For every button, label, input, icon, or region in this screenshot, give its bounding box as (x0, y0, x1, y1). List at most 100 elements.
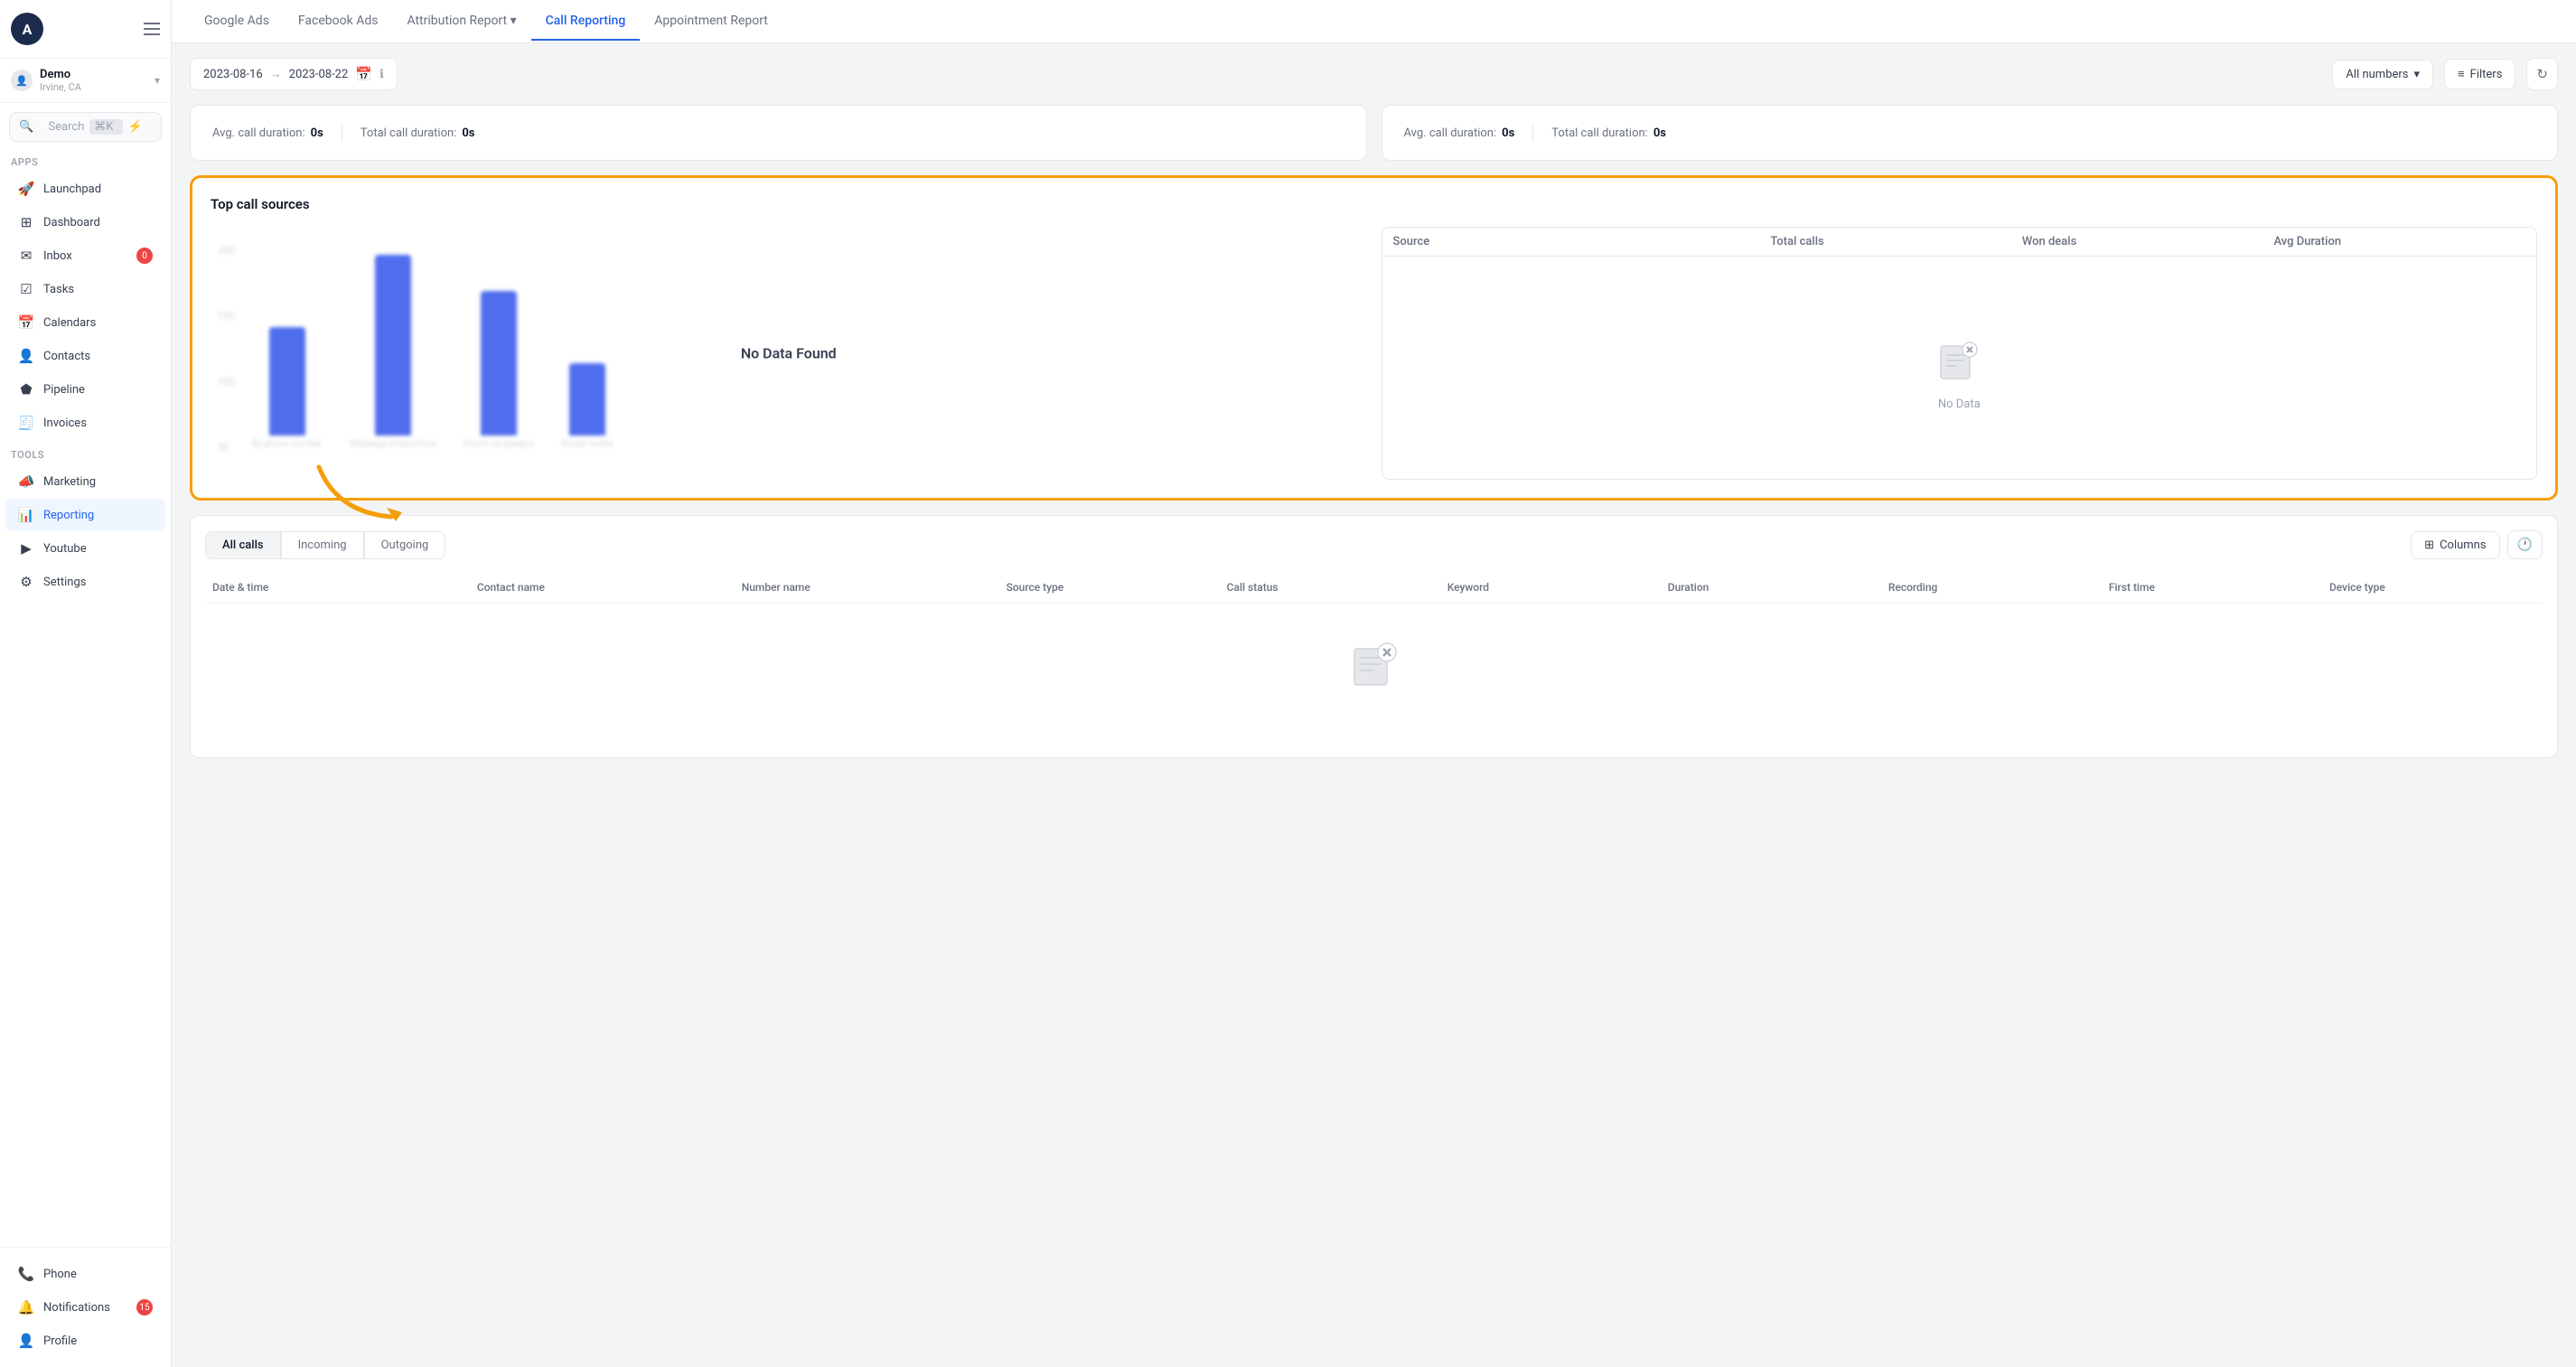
search-shortcut: ⌘K (89, 119, 122, 135)
table-col-source-type: Source type (999, 581, 1220, 594)
sidebar-item-profile[interactable]: 👤 Profile (5, 1325, 165, 1357)
avg-label-1: Avg. call duration: (212, 126, 305, 140)
sidebar-item-notifications[interactable]: 🔔 Notifications 15 (5, 1291, 165, 1324)
total-duration-1: Total call duration: 0s (361, 126, 475, 140)
user-info[interactable]: 👤 Demo Irvine, CA ▾ (0, 59, 171, 103)
invoices-icon: 🧾 (18, 415, 34, 431)
sidebar-item-dashboard[interactable]: ⊞ Dashboard (5, 206, 165, 239)
date-range-picker[interactable]: 2023-08-16 → 2023-08-22 📅 ℹ (190, 58, 398, 90)
col-source: Source (1393, 235, 1771, 248)
notifications-badge: 15 (136, 1299, 153, 1316)
call-tabs: All callsIncomingOutgoing ⊞ Columns 🕐 (205, 530, 2543, 559)
table-header-row: Source Total calls Won deals Avg Duratio… (1382, 228, 2537, 257)
no-data-table-icon (1349, 640, 1400, 699)
total-duration-2: Total call duration: 0s (1551, 126, 1666, 140)
nav-tabs: Google AdsFacebook AdsAttribution Report… (190, 3, 782, 41)
tab-google-ads[interactable]: Google Ads (190, 3, 284, 41)
sidebar-item-phone[interactable]: 📞 Phone (5, 1258, 165, 1290)
reporting-label: Reporting (43, 509, 94, 522)
call-tab-incoming[interactable]: Incoming (281, 531, 364, 559)
youtube-icon: ▶ (18, 540, 34, 557)
no-data-chart-overlay: No Data Found (723, 336, 855, 371)
notifications-icon: 🔔 (18, 1299, 34, 1316)
table-col-call-status: Call status (1220, 581, 1440, 594)
sidebar-item-youtube[interactable]: ▶ Youtube (5, 532, 165, 565)
sidebar-item-pipeline[interactable]: ⬟ Pipeline (5, 373, 165, 406)
filter-row: 2023-08-16 → 2023-08-22 📅 ℹ All numbers … (190, 58, 2558, 90)
marketing-label: Marketing (43, 475, 96, 489)
hamburger-menu[interactable] (144, 23, 160, 35)
bolt-icon: ⚡ (128, 120, 152, 134)
bar-3 (481, 291, 517, 435)
refresh-button[interactable]: ↻ (2526, 58, 2558, 90)
avg-duration-2: Avg. call duration: 0s (1404, 126, 1515, 140)
avg-value-2: 0s (1502, 126, 1514, 140)
tools-section-label: Tools (0, 440, 171, 464)
y-label-150: 150 (218, 310, 235, 322)
no-data-icon (1937, 339, 1981, 390)
sidebar-item-tasks[interactable]: ☑ Tasks (5, 273, 165, 305)
y-label-50: 50 (218, 441, 235, 453)
calendars-label: Calendars (43, 316, 96, 330)
sidebar-item-invoices[interactable]: 🧾 Invoices (5, 407, 165, 439)
user-text: Demo Irvine, CA (40, 68, 147, 93)
search-bar[interactable]: 🔍 Search ⌘K ⚡ (9, 112, 162, 142)
filters-label: Filters (2470, 68, 2503, 81)
user-name: Demo (40, 68, 147, 81)
tab-attribution-report[interactable]: Attribution Report ▾ (392, 3, 530, 41)
tab-appointment-report[interactable]: Appointment Report (640, 3, 782, 41)
table-col-date-&-time: Date & time (205, 581, 470, 594)
tab-call-reporting[interactable]: Call Reporting (531, 3, 641, 41)
apps-section-label: Apps (0, 147, 171, 172)
bottom-items: 📞 Phone 🔔 Notifications 15 👤 Profile (0, 1258, 171, 1357)
contacts-icon: 👤 (18, 348, 34, 364)
sidebar-item-marketing[interactable]: 📣 Marketing (5, 465, 165, 498)
table-col-number-name: Number name (735, 581, 999, 594)
chart-y-labels: 200 150 100 50 (211, 245, 242, 453)
search-label: Search (48, 120, 84, 134)
top-call-sources-inner: 200 150 100 50 By phone number (211, 227, 2537, 480)
y-label-200: 200 (218, 245, 235, 257)
avatar: A (11, 13, 43, 45)
sidebar-item-inbox[interactable]: ✉ Inbox 0 (5, 239, 165, 272)
info-icon: ℹ (379, 68, 384, 81)
sidebar-item-launchpad[interactable]: 🚀 Launchpad (5, 173, 165, 205)
table-col-first-time: First time (2102, 581, 2322, 594)
sidebar-item-contacts[interactable]: 👤 Contacts (5, 340, 165, 372)
avg-label-2: Avg. call duration: (1404, 126, 1497, 140)
inbox-icon: ✉ (18, 248, 34, 264)
table-columns-header: Date & timeContact nameNumber nameSource… (205, 572, 2543, 604)
main-content: Google AdsFacebook AdsAttribution Report… (172, 0, 2576, 1367)
bar-label-2: Webpage interactions (350, 439, 437, 449)
sidebar-item-settings[interactable]: ⚙ Settings (5, 566, 165, 598)
call-tab-buttons: All callsIncomingOutgoing (205, 531, 445, 559)
search-icon: 🔍 (19, 120, 42, 134)
settings-icon: ⚙ (18, 574, 34, 590)
columns-button[interactable]: ⊞ Columns (2411, 531, 2499, 559)
chevron-down-icon: ▾ (155, 74, 160, 87)
col-won-deals: Won deals (2022, 235, 2274, 248)
call-tab-all-calls[interactable]: All calls (205, 531, 281, 559)
inbox-badge: 0 (136, 248, 153, 264)
all-numbers-button[interactable]: All numbers ▾ (2332, 60, 2433, 89)
stats-row: Avg. call duration: 0s Total call durati… (190, 105, 2558, 161)
filters-button[interactable]: ≡ Filters (2444, 59, 2515, 89)
call-tab-outgoing[interactable]: Outgoing (364, 531, 446, 559)
total-label-1: Total call duration: (361, 126, 457, 140)
tasks-label: Tasks (43, 283, 74, 296)
user-location: Irvine, CA (40, 81, 147, 93)
yellow-arrow-annotation (301, 458, 409, 534)
table-col-duration: Duration (1661, 581, 1881, 594)
stat-card-2: Avg. call duration: 0s Total call durati… (1382, 105, 2559, 161)
tab-facebook-ads[interactable]: Facebook Ads (284, 3, 393, 41)
all-numbers-label: All numbers (2346, 68, 2408, 81)
bar-group-1: By phone number (252, 327, 323, 449)
dashboard-icon: ⊞ (18, 214, 34, 230)
inbox-label: Inbox (43, 249, 72, 263)
sidebar-item-calendars[interactable]: 📅 Calendars (5, 306, 165, 339)
clock-button[interactable]: 🕐 (2507, 530, 2543, 559)
columns-icon: ⊞ (2424, 538, 2434, 552)
chart-container: 200 150 100 50 By phone number (211, 227, 1367, 480)
sidebar-item-reporting[interactable]: 📊 Reporting (5, 499, 165, 531)
columns-label: Columns (2440, 538, 2487, 552)
